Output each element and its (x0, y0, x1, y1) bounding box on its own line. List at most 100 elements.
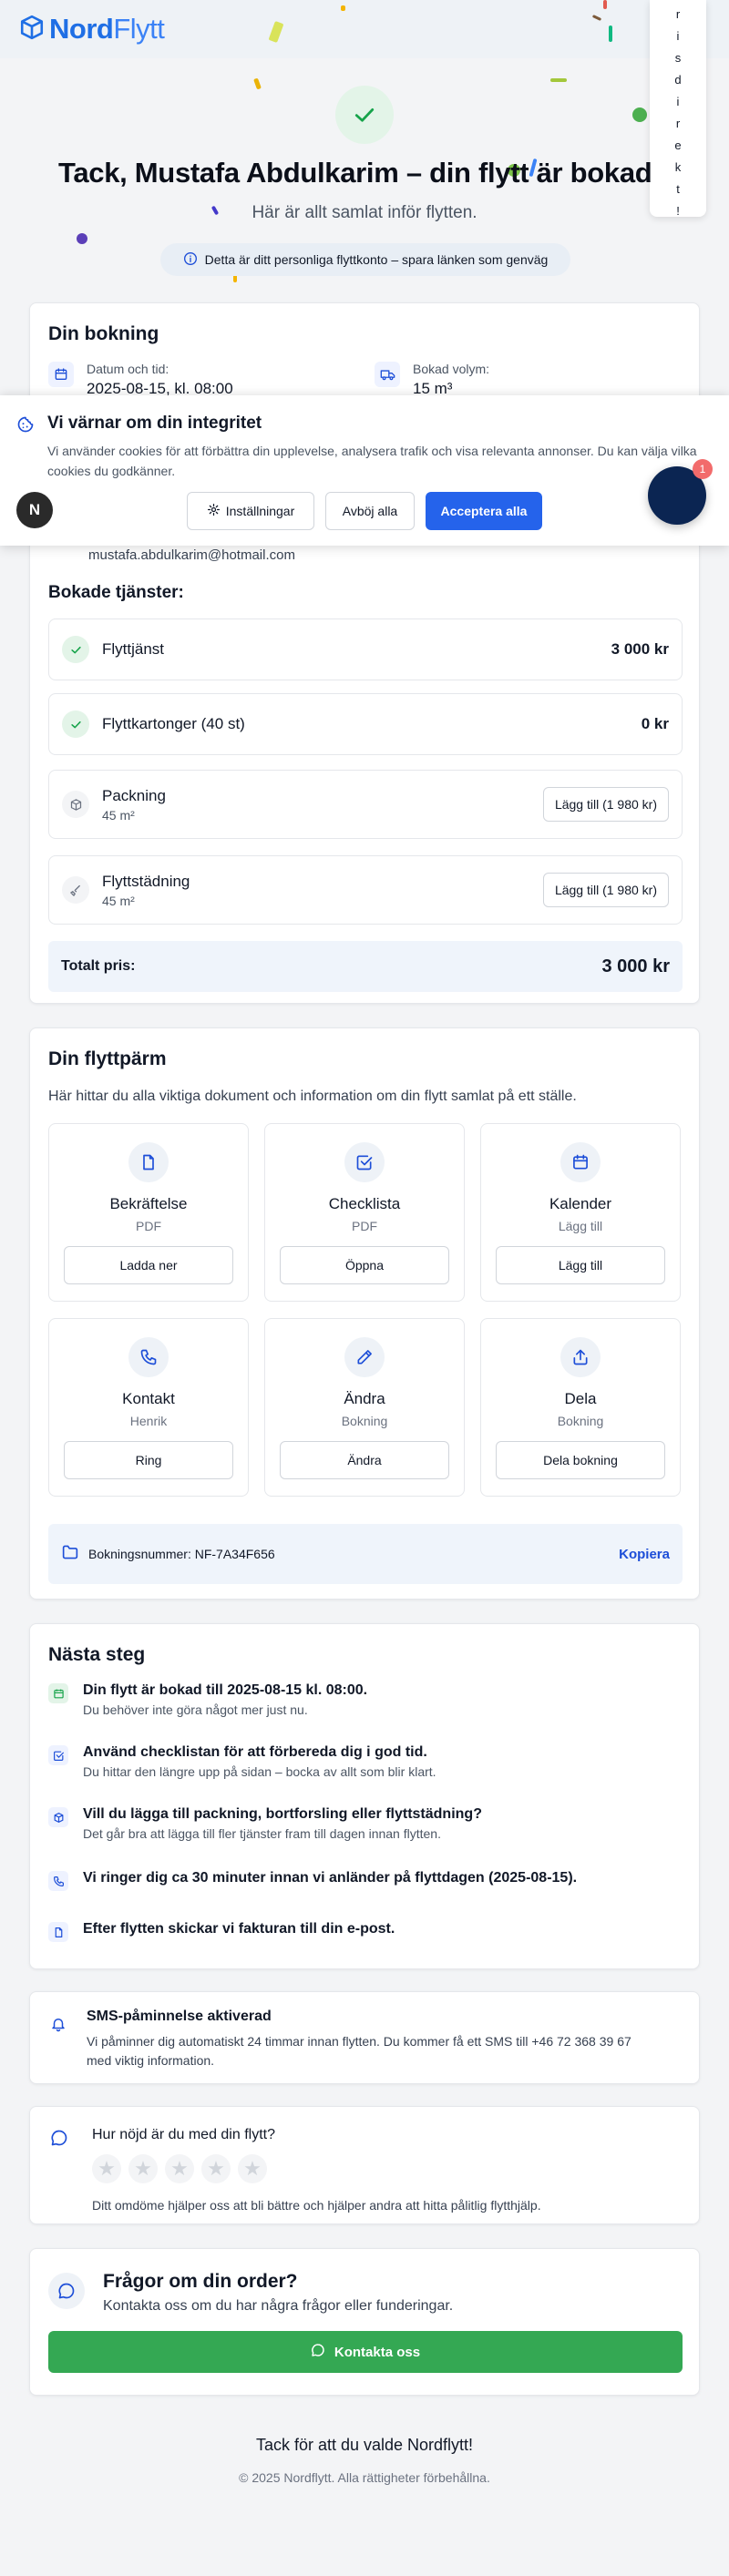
chat-bubble-icon (50, 2129, 68, 2152)
gear-icon (207, 503, 221, 519)
footer-thanks: Tack för att du valde Nordflytt! (255, 2436, 474, 2454)
service-size: 45 m² (102, 807, 135, 823)
side-tab-letter: k (674, 160, 682, 174)
doc-sub: Henrik (129, 1414, 168, 1428)
box-logo-icon (20, 15, 44, 45)
star-icon[interactable]: ★ (165, 2154, 194, 2183)
logo-text-flytt: Flytt (113, 13, 165, 45)
doc-title: Kalender (549, 1195, 612, 1212)
copy-booking-number-button[interactable]: Kopiera (619, 1547, 670, 1562)
account-info-text: Detta är ditt personliga flyttkonto – sp… (204, 252, 549, 267)
sms-text-line-2: med viktig information. (87, 2053, 215, 2068)
step-item: Använd checklistan för att förbereda dig… (48, 1744, 436, 1779)
binder-card: Din flyttpärm Här hittar du alla viktiga… (29, 1027, 700, 1600)
step-sub: Det går bra att lägga till fler tjänster… (83, 1826, 441, 1841)
calendar-icon (48, 1683, 68, 1703)
box-icon (62, 791, 89, 818)
cookie-banner: Vi värnar om din integritet Vi använder … (0, 395, 729, 546)
star-icon[interactable]: ★ (92, 2154, 121, 2183)
chat-bubble-icon (48, 2273, 85, 2309)
volume-label: Bokad volym: (413, 362, 490, 376)
step-item: Vi ringer dig ca 30 minuter innan vi anl… (48, 1870, 577, 1891)
side-tab-letter: d (674, 73, 682, 87)
file-icon (128, 1142, 169, 1182)
service-row: Flyttkartonger (40 st) 0 kr (48, 693, 683, 755)
check-icon (62, 710, 89, 738)
calendar-icon (48, 362, 74, 387)
doc-sub: PDF (352, 1219, 377, 1233)
side-tab-letter: t (676, 182, 680, 196)
side-tab-letter: e (674, 138, 682, 152)
questions-sub: Kontakta oss om du har några frågor elle… (103, 2298, 454, 2314)
nextjs-badge[interactable]: N (16, 492, 53, 528)
service-name: Flyttstädning (102, 872, 190, 890)
sms-reminder-card: SMS-påminnelse aktiverad Vi påminner dig… (29, 1991, 700, 2084)
next-steps-card: Nästa steg Din flytt är bokad till 2025-… (29, 1623, 700, 1969)
sms-title: SMS-påminnelse aktiverad (87, 2009, 272, 2024)
cookie-settings-button[interactable]: Inställningar (187, 492, 314, 530)
footer-copyright: © 2025 Nordflytt. Alla rättigheter förbe… (239, 2470, 490, 2485)
cookie-icon (16, 415, 35, 438)
add-packing-button[interactable]: Lägg till (1 980 kr) (542, 787, 669, 822)
booking-number-row: Bokningsnummer: NF-7A34F656 Kopiera (48, 1524, 683, 1584)
cookie-settings-label: Inställningar (225, 504, 295, 518)
binder-intro: Här hittar du alla viktiga dokument och … (48, 1089, 577, 1104)
file-icon (48, 1922, 68, 1942)
truck-icon (375, 362, 400, 387)
page-title: Tack, Mustafa Abdulkarim – din flytt är … (58, 157, 652, 189)
logo[interactable]: NordFlytt (20, 13, 165, 46)
star-icon[interactable]: ★ (201, 2154, 231, 2183)
doc-tile-contact: Kontakt Henrik Ring (48, 1318, 249, 1497)
service-row: Flyttstädning 45 m² Lägg till (1 980 kr) (48, 855, 683, 925)
service-price: 3 000 kr (611, 640, 669, 658)
side-tab-letter: r (675, 7, 681, 21)
step-title: Din flytt är bokad till 2025-08-15 kl. 0… (83, 1682, 368, 1698)
doc-sub: PDF (136, 1219, 161, 1233)
next-steps-title: Nästa steg (48, 1644, 146, 1665)
booking-title: Din bokning (48, 323, 159, 344)
side-tab-letter: r (675, 117, 681, 130)
step-title: Efter flytten skickar vi fakturan till d… (83, 1921, 395, 1937)
service-price: 0 kr (641, 715, 669, 732)
share-booking-button[interactable]: Dela bokning (496, 1441, 665, 1479)
page-subtitle: Här är allt samlat inför flytten. (252, 203, 477, 222)
doc-title: Ändra (344, 1390, 385, 1407)
edit-booking-button[interactable]: Ändra (280, 1441, 449, 1479)
doc-tile-calendar: Kalender Lägg till Lägg till (480, 1123, 681, 1302)
star-rating[interactable]: ★ ★ ★ ★ ★ (92, 2154, 274, 2183)
star-icon[interactable]: ★ (128, 2154, 158, 2183)
service-name: Flyttkartonger (40 st) (102, 715, 245, 732)
side-tab[interactable]: r i s d i r e k t ! (650, 0, 706, 218)
call-button[interactable]: Ring (64, 1441, 233, 1479)
booking-number: Bokningsnummer: NF-7A34F656 (88, 1547, 275, 1561)
side-tab-letter: i (676, 95, 680, 108)
doc-sub: Lägg till (558, 1219, 603, 1233)
doc-tile-checklist: Checklista PDF Öppna (264, 1123, 465, 1302)
services-title: Bokade tjänster: (48, 583, 184, 602)
side-tab-letter: i (676, 29, 680, 43)
star-icon[interactable]: ★ (238, 2154, 267, 2183)
date-detail: Datum och tid: 2025-08-15, kl. 08:00 (48, 362, 233, 398)
phone-icon (48, 1871, 68, 1891)
add-to-calendar-button[interactable]: Lägg till (496, 1246, 665, 1284)
broom-icon (62, 876, 89, 904)
step-item: Efter flytten skickar vi fakturan till d… (48, 1921, 395, 1942)
step-item: Vill du lägga till packning, bortforslin… (48, 1806, 482, 1841)
service-row: Flyttjänst 3 000 kr (48, 618, 683, 680)
side-tab-letter: s (674, 51, 682, 65)
questions-title: Frågor om din order? (103, 2271, 298, 2292)
checkbox-icon (344, 1142, 385, 1182)
date-label: Datum och tid: (87, 362, 169, 376)
add-cleaning-button[interactable]: Lägg till (1 980 kr) (542, 873, 669, 907)
share-icon (560, 1337, 601, 1377)
contact-us-button[interactable]: Kontakta oss (48, 2331, 683, 2373)
doc-title: Kontakt (122, 1390, 175, 1407)
open-checklist-button[interactable]: Öppna (280, 1246, 449, 1284)
service-name: Flyttjänst (102, 640, 165, 658)
check-icon (62, 636, 89, 663)
cookie-reject-button[interactable]: Avböj alla (325, 492, 415, 530)
service-row: Packning 45 m² Lägg till (1 980 kr) (48, 770, 683, 839)
cookie-accept-button[interactable]: Acceptera alla (426, 492, 542, 530)
download-confirmation-button[interactable]: Ladda ner (64, 1246, 233, 1284)
rating-card: Hur nöjd är du med din flytt? ★ ★ ★ ★ ★ … (29, 2106, 700, 2224)
